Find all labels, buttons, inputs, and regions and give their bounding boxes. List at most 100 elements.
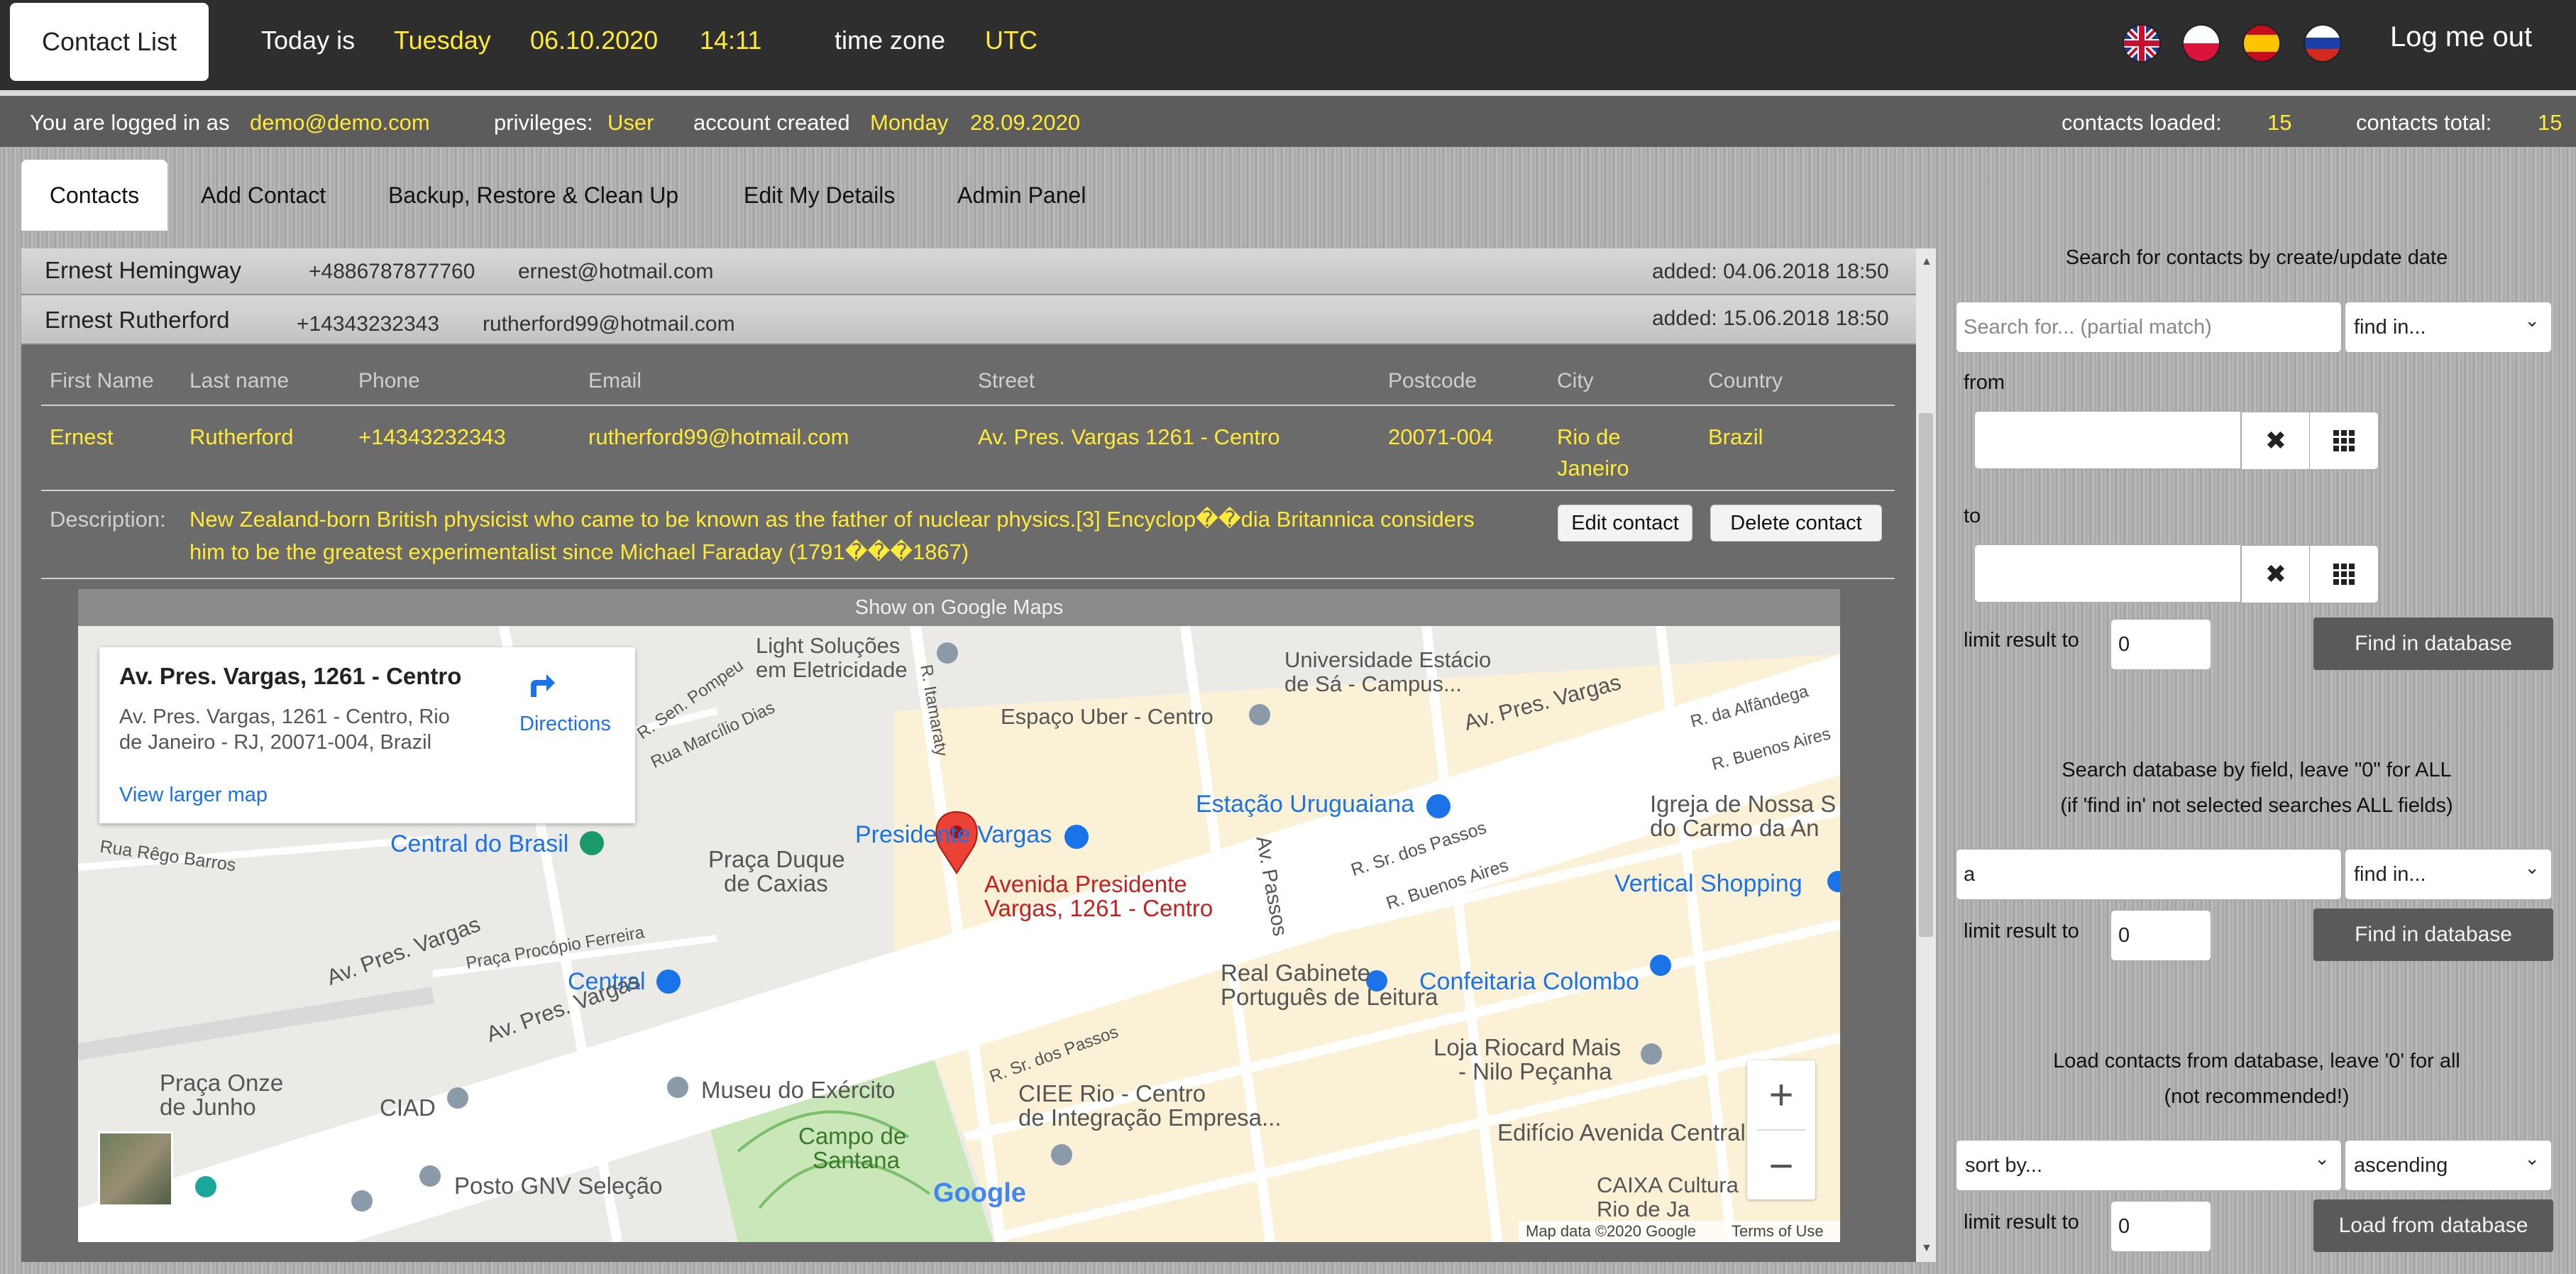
map-label: Museu do Exército (701, 1077, 896, 1103)
tab-edit-my-details[interactable]: Edit My Details (744, 160, 895, 231)
scroll-down-icon[interactable]: ▼ (1921, 1242, 1932, 1255)
zoom-in-icon[interactable]: + (1747, 1060, 1815, 1129)
contact-list-scrollbar[interactable]: ▲ ▼ (1916, 248, 1936, 1262)
field-search-input[interactable]: a (1956, 849, 2342, 900)
header-postcode: Postcode (1388, 369, 1477, 392)
map-label: do Carmo da An (1650, 815, 1820, 841)
zoom-out-icon[interactable]: − (1747, 1131, 1815, 1199)
contact-list-panel: Ernest Hemingway +4886787877760 ernest@h… (21, 248, 1916, 1262)
contact-email: rutherford99@hotmail.com (483, 312, 735, 336)
scrollbar-thumb[interactable] (1919, 413, 1933, 937)
map-label: Edifício Avenida Central (1497, 1119, 1746, 1146)
find-in-value: find in... (2354, 315, 2426, 339)
map-label: Posto GNV Seleção (454, 1173, 663, 1199)
to-date-input[interactable] (1974, 544, 2241, 603)
scroll-up-icon[interactable]: ▲ (1921, 256, 1932, 268)
limit-input[interactable]: 0 (2110, 619, 2211, 670)
search-input[interactable]: Search for... (partial match) (1956, 302, 2342, 353)
header-last-name: Last name (189, 369, 290, 392)
edit-contact-button[interactable]: Edit contact (1558, 505, 1692, 542)
divider (41, 490, 1895, 491)
map-label: de Caxias (724, 870, 828, 896)
satellite-toggle-icon[interactable] (98, 1131, 173, 1207)
divider (1757, 1129, 1805, 1131)
find-in-select[interactable]: find in... ⌄ (2345, 302, 2552, 353)
map-label: Presidente Vargas (855, 821, 1052, 848)
account-created-date: 28.09.2020 (970, 110, 1081, 135)
spain-flag-icon[interactable] (2244, 26, 2279, 61)
map-label: em Eletricidade (756, 657, 908, 682)
date-search-title: Search for contacts by create/update dat… (2065, 246, 2448, 269)
poland-flag-icon[interactable] (2184, 26, 2219, 61)
field-limit-input[interactable]: 0 (2110, 910, 2211, 961)
delete-contact-button[interactable]: Delete contact (1710, 505, 1882, 542)
tab-admin-panel[interactable]: Admin Panel (957, 160, 1086, 231)
zoom-controls: + − (1747, 1060, 1815, 1199)
logout-link[interactable]: Log me out (2390, 21, 2532, 53)
sort-order-select[interactable]: ascending ⌄ (2345, 1140, 2552, 1191)
show-on-google-maps-bar[interactable]: Show on Google Maps (78, 589, 1840, 626)
tab-contacts[interactable]: Contacts (21, 160, 167, 231)
contact-row[interactable]: Ernest Hemingway +4886787877760 ernest@h… (21, 248, 1916, 295)
contact-row[interactable]: Ernest Rutherford +14343232343 rutherfor… (21, 295, 1916, 345)
map-label: Real Gabinete (1221, 960, 1370, 986)
header-country: Country (1708, 369, 1783, 392)
calendar-to-icon[interactable] (2309, 545, 2379, 603)
description-label: Description: (50, 507, 166, 532)
map-label: Campo de (798, 1123, 907, 1149)
description-line1: New Zealand-born British physicist who c… (189, 507, 1475, 532)
view-larger-map-link[interactable]: View larger map (119, 784, 268, 807)
limit-label: limit result to (1964, 629, 2079, 652)
map-label: Estação Uruguaiana (1196, 791, 1415, 818)
sort-by-select[interactable]: sort by... ⌄ (1956, 1140, 2342, 1191)
clear-to-icon[interactable]: ✖ (2241, 545, 2311, 603)
contacts-total-count: 15 (2538, 110, 2563, 135)
sort-by-value: sort by... (1965, 1153, 2043, 1177)
chevron-down-icon: ⌄ (2524, 1148, 2540, 1169)
terms-of-use-link[interactable]: Terms of Use (1732, 1222, 1824, 1241)
field-find-in-database-button[interactable]: Find in database (2313, 908, 2553, 961)
load-limit-input[interactable]: 0 (2110, 1201, 2211, 1252)
google-logo: Google (933, 1178, 1026, 1208)
limit-label: limit result to (1964, 920, 2079, 943)
map-label: Português de Leitura (1221, 984, 1438, 1010)
account-created-day: Monday (870, 110, 949, 135)
app-title-button[interactable]: Contact List (10, 3, 209, 81)
load-title-line2: (not recommended!) (2164, 1085, 2350, 1108)
today-label: Today is (261, 26, 356, 55)
clear-from-icon[interactable]: ✖ (2241, 412, 2311, 470)
last-name-value: Rutherford (189, 424, 294, 449)
map-label: Vertical Shopping (1614, 870, 1802, 897)
divider (0, 90, 2576, 96)
from-date-input[interactable] (1974, 411, 2241, 469)
calendar-from-icon[interactable] (2309, 412, 2379, 470)
city-value-line1: Rio de (1557, 424, 1621, 449)
description-line2: him to be the greatest experimentalist s… (189, 539, 969, 564)
map-label: CIEE Rio - Centro (1018, 1080, 1206, 1106)
chevron-down-icon: ⌄ (2314, 1148, 2330, 1169)
map-label: CIAD (380, 1094, 436, 1121)
tab-add-contact[interactable]: Add Contact (201, 160, 326, 231)
find-in-database-button[interactable]: Find in database (2313, 617, 2553, 670)
card-address-line1: Av. Pres. Vargas, 1261 - Centro, Rio (119, 705, 450, 728)
directions-link[interactable]: Directions (519, 713, 611, 736)
contact-added: added: 04.06.2018 18:50 (1652, 260, 1889, 283)
map-label: de Integração Empresa... (1018, 1104, 1282, 1131)
field-find-in-select[interactable]: find in... ⌄ (2345, 849, 2552, 900)
map-label: Light Soluções (756, 633, 901, 658)
map-label: Central do Brasil (390, 830, 569, 857)
contact-phone: +14343232343 (297, 312, 440, 336)
first-name-value: Ernest (50, 424, 114, 449)
field-find-in-value: find in... (2354, 862, 2426, 886)
google-map[interactable]: Light Soluções em Eletricidade Universid… (78, 626, 1840, 1242)
tab-backup-restore[interactable]: Backup, Restore & Clean Up (388, 160, 678, 231)
russia-flag-icon[interactable] (2305, 26, 2340, 61)
directions-icon[interactable] (525, 669, 556, 700)
timezone-value: UTC (985, 26, 1037, 55)
load-from-database-button[interactable]: Load from database (2313, 1199, 2553, 1252)
map-label: Universidade Estácio (1284, 647, 1492, 672)
divider (41, 405, 1895, 406)
uk-flag-icon[interactable] (2124, 26, 2159, 61)
card-title: Av. Pres. Vargas, 1261 - Centro (119, 663, 462, 689)
top-bar: Contact List Today is Tuesday 06.10.2020… (0, 0, 2576, 90)
